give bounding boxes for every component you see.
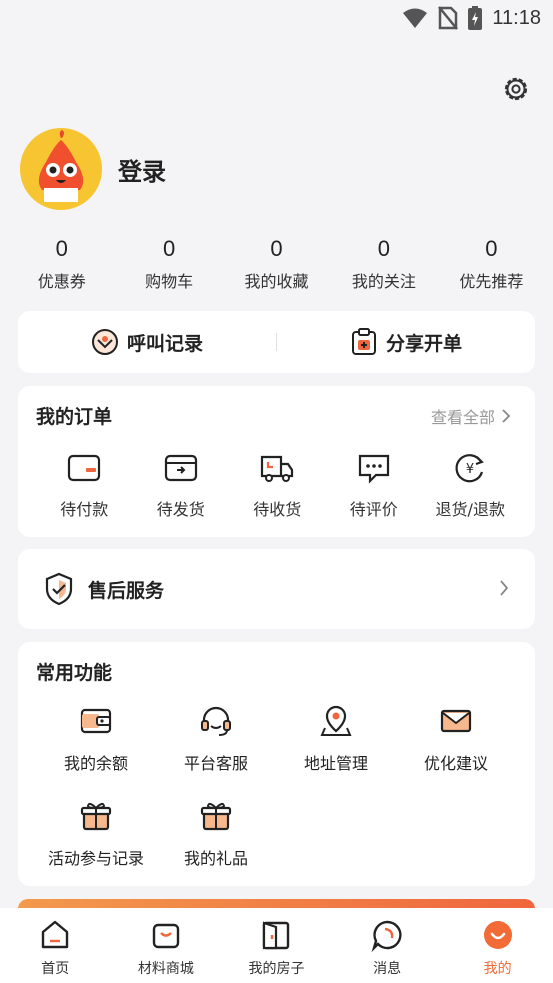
stat-cart[interactable]: 0 购物车	[115, 236, 222, 292]
stat-coupons[interactable]: 0 优惠券	[8, 236, 115, 292]
stat-following[interactable]: 0 我的关注	[330, 236, 437, 292]
after-sales-label: 售后服务	[88, 579, 165, 602]
stat-label: 购物车	[145, 272, 194, 291]
no-sim-icon	[438, 6, 459, 30]
truck-icon	[261, 455, 294, 482]
function-balance[interactable]: 我的余额	[36, 704, 156, 799]
stat-recommend[interactable]: 0 优先推荐	[438, 236, 545, 292]
stat-label: 我的关注	[351, 272, 416, 291]
tab-label: 首页	[41, 961, 70, 977]
chevron-right-icon	[500, 580, 509, 596]
quick-actions-card: 呼叫记录 分享开单	[18, 311, 535, 373]
tab-label: 我的房子	[248, 961, 305, 977]
stat-label: 优先推荐	[459, 272, 524, 291]
shield-check-icon	[45, 572, 73, 606]
function-support[interactable]: 平台客服	[156, 704, 276, 799]
order-pending-shipment[interactable]: 待发货	[133, 452, 230, 520]
stat-value: 0	[485, 236, 498, 261]
stat-value: 0	[55, 236, 68, 261]
profile-icon	[483, 921, 512, 949]
orders-title: 我的订单	[36, 406, 113, 428]
tab-label: 我的	[483, 961, 512, 977]
mascot-icon	[38, 130, 84, 202]
share-order-label: 分享开单	[385, 332, 462, 355]
clipboard-plus-icon	[351, 328, 376, 355]
tab-home[interactable]: 首页	[0, 908, 111, 983]
stat-value: 0	[162, 236, 176, 261]
after-sales-card[interactable]: 售后服务	[18, 549, 535, 629]
box-icon	[164, 454, 197, 482]
avatar[interactable]	[20, 128, 102, 210]
function-activity-record[interactable]: 活动参与记录	[36, 799, 156, 894]
tab-label: 消息	[373, 961, 402, 977]
login-link[interactable]: 登录	[118, 152, 166, 187]
battery-charging-icon	[468, 6, 483, 30]
call-record-button[interactable]: 呼叫记录	[18, 328, 276, 356]
function-label: 平台客服	[183, 754, 248, 773]
tab-label: 材料商城	[137, 961, 194, 977]
tab-mine[interactable]: 我的	[442, 908, 553, 983]
chevron-right-icon	[502, 409, 511, 423]
order-status-row: 待付款 待发货 待收货 待评价 ¥ 退货/退款	[18, 452, 535, 520]
comment-icon	[358, 454, 389, 484]
order-label: 待评价	[349, 500, 398, 519]
order-label: 退货/退款	[435, 500, 505, 519]
order-pending-payment[interactable]: 待付款	[36, 452, 133, 520]
common-functions-card: 常用功能 我的余额 平台客服 地址管理 优化建议 活动参与记录 我的礼品	[18, 642, 535, 886]
order-label: 待付款	[60, 500, 109, 519]
function-address[interactable]: 地址管理	[276, 704, 396, 799]
function-grid: 我的余额 平台客服 地址管理 优化建议 活动参与记录 我的礼品	[36, 704, 516, 894]
tab-messages[interactable]: 消息	[332, 908, 443, 983]
gift-icon	[80, 802, 112, 831]
stats-row: 0 优惠券 0 购物车 0 我的收藏 0 我的关注 0 优先推荐	[8, 236, 545, 292]
wallet-icon	[68, 454, 101, 482]
door-icon	[263, 921, 290, 950]
stat-value: 0	[270, 236, 283, 261]
refund-icon: ¥	[455, 454, 485, 483]
orders-card: 我的订单 查看全部 待付款 待发货 待收货 待评价 ¥ 退货/退款	[18, 386, 535, 537]
gift-icon	[200, 802, 232, 831]
share-order-button[interactable]: 分享开单	[277, 328, 535, 356]
home-icon	[42, 920, 69, 949]
call-record-label: 呼叫记录	[126, 332, 203, 355]
balance-icon	[80, 708, 112, 734]
shop-icon	[152, 923, 180, 949]
headset-icon	[201, 706, 231, 736]
function-label: 活动参与记录	[47, 849, 144, 868]
wifi-icon	[403, 8, 428, 28]
function-label: 地址管理	[303, 754, 368, 773]
stat-favorites[interactable]: 0 我的收藏	[223, 236, 330, 292]
tab-house[interactable]: 我的房子	[221, 908, 332, 983]
function-my-gifts[interactable]: 我的礼品	[156, 799, 276, 894]
function-label: 我的余额	[63, 754, 128, 773]
common-title: 常用功能	[36, 662, 113, 684]
gear-icon[interactable]	[501, 74, 531, 104]
svg-text:¥: ¥	[466, 462, 474, 477]
order-label: 待发货	[156, 500, 205, 519]
call-record-icon	[91, 329, 118, 355]
status-icons: 11:18	[402, 6, 541, 30]
see-all-label: 查看全部	[430, 408, 495, 427]
order-refund[interactable]: ¥ 退货/退款	[422, 452, 519, 520]
order-pending-review[interactable]: 待评价	[326, 452, 423, 520]
order-label: 待收货	[253, 500, 302, 519]
mail-icon	[440, 709, 472, 733]
message-icon	[371, 920, 402, 952]
function-label: 优化建议	[423, 754, 488, 773]
function-label: 我的礼品	[183, 849, 248, 868]
status-bar: 11:18	[0, 0, 553, 38]
stat-value: 0	[377, 236, 391, 261]
location-icon	[320, 705, 352, 736]
status-time: 11:18	[492, 6, 541, 29]
stat-label: 我的收藏	[244, 272, 309, 291]
bottom-tab-bar: 首页 材料商城 我的房子 消息 我的	[0, 908, 553, 983]
see-all-orders-link[interactable]: 查看全部	[431, 404, 511, 428]
function-suggestion[interactable]: 优化建议	[396, 704, 516, 799]
tab-shop[interactable]: 材料商城	[111, 908, 222, 983]
stat-label: 优惠券	[37, 272, 86, 291]
profile-header[interactable]: 登录	[20, 128, 166, 210]
order-pending-receipt[interactable]: 待收货	[229, 452, 326, 520]
